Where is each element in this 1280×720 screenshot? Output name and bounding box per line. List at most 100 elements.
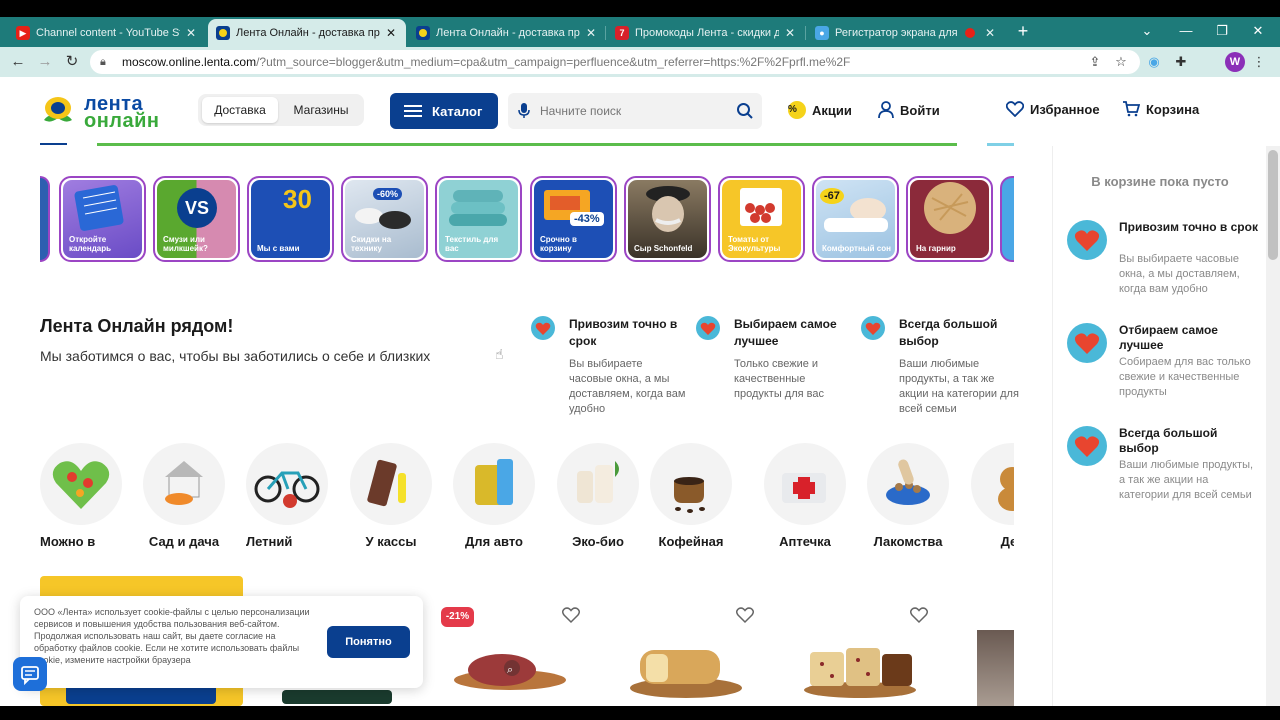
heart-badge-icon [861, 316, 885, 340]
category-item[interactable]: Для авто [444, 443, 544, 549]
close-icon[interactable]: ✕ [384, 26, 398, 40]
category-item[interactable]: Можно в [31, 443, 131, 549]
bottom-border [0, 706, 1280, 720]
product-image-minced-meat[interactable]: ⌕ [450, 632, 570, 702]
benefit-desc: Ваши любимые продукты, а так же акции на… [1119, 459, 1254, 501]
cookie-text: ООО «Лента» использует cookie-файлы с це… [34, 607, 310, 665]
reload-button[interactable]: ↻ [62, 52, 82, 72]
tab-youtube-studio[interactable]: ▶ Channel content - YouTube Studio ✕ [8, 19, 206, 47]
cookie-accept-button[interactable]: Понятно [327, 626, 410, 658]
tab-promocodes[interactable]: 7 Промокоды Лента - скидки до ✕ [607, 19, 805, 47]
category-item[interactable]: У кассы [341, 443, 441, 549]
minimize-button[interactable]: — [1168, 18, 1204, 44]
favorites-link[interactable]: Избранное [1006, 101, 1100, 117]
tab-search-chevron-icon[interactable]: ⌄ [1129, 18, 1165, 44]
story-card[interactable]: На гарнир [906, 176, 993, 262]
menu-burger-icon [404, 102, 422, 120]
tab-title: Лента Онлайн - доставка продуктов [436, 27, 580, 39]
category-item-partial[interactable]: Дет [962, 443, 1014, 553]
category-item[interactable]: Лакомства [858, 443, 958, 549]
restore-button[interactable]: ❐ [1204, 18, 1240, 44]
category-image [971, 443, 1014, 525]
tab-lenta-active[interactable]: Лента Онлайн - доставка продуктов ✕ [208, 19, 406, 47]
product-image-fruitcake[interactable] [800, 632, 920, 702]
close-icon[interactable]: ✕ [584, 26, 598, 40]
calendar-illustration [74, 185, 124, 231]
close-icon[interactable]: ✕ [184, 26, 198, 40]
story-partial-left[interactable] [40, 176, 50, 262]
story-card[interactable]: 30 Мы с вами [247, 176, 334, 262]
story-card[interactable]: Томаты от Экокультуры [718, 176, 805, 262]
tab-stores[interactable]: Магазины [282, 97, 360, 123]
svg-text:⌕: ⌕ [507, 663, 513, 676]
lenta-icon [416, 26, 430, 40]
back-button[interactable]: ← [8, 52, 28, 72]
delivery-mode-switch: Доставка Магазины [198, 94, 364, 126]
menu-kebab-icon[interactable]: ⋮ [1250, 53, 1268, 71]
url-field[interactable]: 🔒︎ moscow.online.lenta.com/?utm_source=b… [90, 50, 1140, 74]
login-link[interactable]: Войти [878, 101, 940, 119]
scrollbar-thumb[interactable] [1268, 150, 1278, 260]
bookmark-star-icon[interactable]: ☆ [1112, 53, 1130, 71]
story-card[interactable]: -60% Скидки на технику [341, 176, 428, 262]
login-label: Войти [900, 102, 940, 118]
favorite-heart-icon[interactable] [910, 606, 928, 624]
site-header: лента онлайн Доставка Магазины Каталог % [0, 77, 1280, 145]
close-window-button[interactable]: ✕ [1240, 18, 1276, 44]
story-card[interactable]: -43% Срочно в корзину [530, 176, 617, 262]
story-card[interactable]: Сыр Schonfeld [624, 176, 711, 262]
close-icon[interactable]: ✕ [783, 26, 797, 40]
story-card[interactable]: Откройте календарь [59, 176, 146, 262]
feature-title: Всегда большой выбор [899, 317, 998, 348]
side-panel-icon[interactable] [1199, 53, 1217, 71]
extensions-puzzle-icon[interactable]: ✚ [1172, 53, 1190, 71]
chat-button[interactable] [13, 657, 47, 691]
story-caption: Срочно в корзину [540, 235, 577, 253]
new-tab-button[interactable]: + [1014, 20, 1032, 42]
favorite-heart-icon[interactable] [562, 606, 580, 624]
story-card[interactable]: Текстиль для вас [435, 176, 522, 262]
heart-icon [1006, 101, 1024, 117]
catalog-button[interactable]: Каталог [390, 93, 498, 129]
tab-lenta[interactable]: Лента Онлайн - доставка продуктов ✕ [408, 19, 606, 47]
heart-badge-icon [1067, 426, 1107, 466]
page-scrollbar[interactable] [1266, 146, 1280, 706]
tab-delivery[interactable]: Доставка [202, 97, 278, 123]
share-icon[interactable]: ⇪ [1086, 53, 1104, 71]
search-input[interactable] [540, 101, 730, 121]
story-caption: Комфортный сон [822, 244, 891, 253]
category-item[interactable]: Кофейная [641, 443, 741, 549]
story-caption: Скидки на технику [351, 235, 392, 253]
favorites-label: Избранное [1030, 101, 1100, 117]
story-card[interactable]: -67 Комфортный сон [812, 176, 899, 262]
close-icon[interactable]: ✕ [983, 26, 997, 40]
story-partial-right[interactable] [1000, 176, 1014, 262]
tab-screen-recorder[interactable]: ● Регистратор экрана для Google ✕ [807, 19, 1005, 47]
product-image-bread[interactable] [626, 632, 746, 702]
youtube-icon: ▶ [16, 26, 30, 40]
favorite-heart-icon[interactable] [736, 606, 754, 624]
search-icon[interactable] [736, 102, 754, 120]
profile-avatar[interactable]: W [1225, 52, 1245, 72]
search-box [508, 93, 762, 129]
microphone-icon[interactable] [518, 103, 530, 119]
lenta-logo[interactable]: лента онлайн [40, 93, 180, 132]
forward-button[interactable]: → [35, 52, 55, 72]
category-label: Кофейная [658, 534, 724, 549]
promo-banner-dark[interactable] [282, 690, 392, 704]
category-label: Летний [246, 534, 293, 549]
category-item[interactable]: Эко-био [548, 443, 648, 549]
top-border [0, 0, 1280, 17]
category-item[interactable]: Аптечка [755, 443, 855, 549]
category-item[interactable]: Летний [235, 443, 335, 549]
percent-icon: % [788, 101, 806, 119]
discount-badge: -21% [441, 607, 474, 627]
extension-recorder-icon[interactable]: ◉ [1145, 53, 1163, 71]
promos-link[interactable]: % Акции [788, 101, 852, 119]
category-image [143, 443, 225, 525]
story-card[interactable]: VS Смузи или милкшейк? [153, 176, 240, 262]
category-label: Аптечка [779, 534, 831, 549]
cart-link[interactable]: Корзина [1122, 101, 1199, 117]
category-item[interactable]: Сад и дача [134, 443, 234, 549]
product-image-partial[interactable] [977, 630, 1014, 706]
